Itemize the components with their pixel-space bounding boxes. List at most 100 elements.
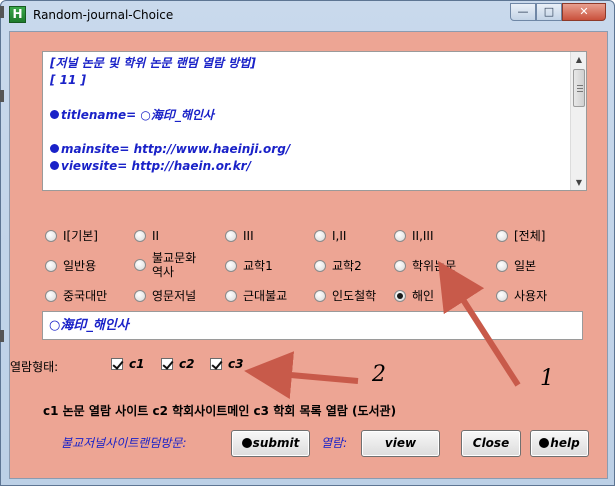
info-line	[50, 89, 290, 106]
radio-label: 교학1	[243, 259, 273, 273]
radio-label: 일본	[514, 259, 537, 273]
radio-option[interactable]: 사용자	[496, 289, 547, 303]
checkbox-c1[interactable]: c1	[111, 357, 144, 371]
radio-option[interactable]: 학위논문	[394, 259, 456, 273]
checkbox-c3[interactable]: c3	[210, 357, 243, 371]
checkbox-box[interactable]	[210, 358, 222, 370]
radio-circle[interactable]	[45, 260, 57, 272]
radio-circle[interactable]	[134, 230, 146, 242]
radio-circle[interactable]	[314, 260, 326, 272]
radio-circle[interactable]	[134, 290, 146, 302]
edge-mark	[0, 90, 4, 102]
edge-mark	[0, 330, 4, 342]
radio-option[interactable]: II	[134, 229, 159, 243]
info-lines: [저널 논문 및 학위 논문 랜덤 열람 방법] [ 11 ] titlenam…	[50, 55, 290, 175]
close-window-button[interactable]: ✕	[562, 3, 606, 21]
app-icon: H	[9, 6, 26, 23]
radio-circle[interactable]	[225, 290, 237, 302]
selected-site-field[interactable]: ○海印_해인사	[42, 311, 583, 340]
radio-option[interactable]: I[기본]	[45, 229, 98, 243]
info-line: mainsite= http://www.haeinji.org/	[50, 141, 290, 158]
view-button[interactable]: view	[361, 430, 440, 457]
bullet-icon	[50, 161, 59, 171]
grip-line	[577, 91, 583, 92]
scroll-down-icon[interactable]: ▼	[572, 175, 586, 190]
radio-option[interactable]: 인도철학	[314, 289, 376, 303]
radio-option[interactable]: [전체]	[496, 229, 545, 243]
radio-circle[interactable]	[45, 230, 57, 242]
help-label: help	[550, 436, 580, 450]
bullet-icon	[50, 109, 59, 119]
radio-circle[interactable]	[225, 260, 237, 272]
radio-option[interactable]: II,III	[394, 229, 434, 243]
info-line-text: viewsite= http://haein.or.kr/	[61, 159, 251, 174]
radio-option[interactable]: III	[225, 229, 254, 243]
radio-circle[interactable]	[496, 230, 508, 242]
info-line: [저널 논문 및 학위 논문 랜덤 열람 방법]	[50, 55, 290, 72]
bullet-icon	[241, 438, 252, 448]
radio-option[interactable]: 해인	[394, 289, 434, 303]
radio-label: 해인	[412, 289, 435, 303]
radio-option[interactable]: 일반용	[45, 259, 96, 273]
view-type-label: 열람형태:	[10, 360, 59, 374]
help-button[interactable]: help	[530, 430, 589, 457]
window-title: Random-journal-Choice	[33, 8, 174, 22]
radio-circle[interactable]	[496, 290, 508, 302]
client-area: [저널 논문 및 학위 논문 랜덤 열람 방법] [ 11 ] titlenam…	[9, 31, 608, 479]
radio-option[interactable]: 중국대만	[45, 289, 107, 303]
info-line: [ 11 ]	[50, 72, 290, 89]
info-line: viewsite= http://haein.or.kr/	[50, 158, 290, 175]
radio-label: 교학2	[332, 259, 362, 273]
info-textbox[interactable]: [저널 논문 및 학위 논문 랜덤 열람 방법] [ 11 ] titlenam…	[42, 51, 587, 191]
vertical-scrollbar[interactable]: ▲ ▼	[570, 52, 586, 190]
bullet-icon	[539, 438, 550, 448]
radio-circle[interactable]	[225, 230, 237, 242]
radio-option[interactable]: 교학1	[225, 259, 273, 273]
info-line	[50, 124, 290, 141]
radio-option[interactable]: 교학2	[314, 259, 362, 273]
radio-label: 사용자	[514, 289, 548, 303]
radio-circle[interactable]	[394, 260, 406, 272]
radio-circle[interactable]	[314, 290, 326, 302]
maximize-button[interactable]: □	[536, 3, 562, 21]
checkbox-c2[interactable]: c2	[161, 357, 194, 371]
radio-circle[interactable]	[394, 230, 406, 242]
radio-circle[interactable]	[314, 230, 326, 242]
radio-circle[interactable]	[394, 290, 406, 302]
radio-option[interactable]: I,II	[314, 229, 346, 243]
radio-label: 영문저널	[152, 289, 197, 303]
radio-label: 인도철학	[332, 289, 377, 303]
radio-label: 학위논문	[412, 259, 457, 273]
app-window: H Random-journal-Choice — □ ✕ [저널 논문 및 학…	[0, 0, 615, 486]
grip-line	[577, 85, 583, 86]
info-line: titlename= ○海印_해인사	[50, 107, 290, 124]
submit-button[interactable]: submit	[231, 430, 310, 457]
radio-label: 불교문화 역사	[152, 251, 197, 279]
radio-circle[interactable]	[134, 259, 146, 271]
radio-option[interactable]: 불교문화 역사	[134, 251, 198, 279]
radio-label: 근대불교	[243, 289, 288, 303]
scroll-up-icon[interactable]: ▲	[572, 52, 586, 67]
info-line-text: titlename= ○海印_해인사	[61, 107, 214, 122]
radio-label: [전체]	[514, 229, 546, 243]
submit-label: submit	[252, 436, 300, 450]
edge-mark	[0, 6, 4, 18]
info-line-text: [ 11 ]	[50, 73, 87, 88]
radio-circle[interactable]	[496, 260, 508, 272]
radio-label: I,II	[332, 229, 347, 243]
radio-label: II,III	[412, 229, 434, 243]
radio-circle[interactable]	[45, 290, 57, 302]
checkbox-box[interactable]	[111, 358, 123, 370]
radio-option[interactable]: 근대불교	[225, 289, 287, 303]
minimize-button[interactable]: —	[510, 3, 536, 21]
checkbox-label: c3	[228, 357, 244, 371]
radio-option[interactable]: 영문저널	[134, 289, 196, 303]
info-line-text: [저널 논문 및 학위 논문 랜덤 열람 방법]	[50, 56, 256, 70]
title-bar[interactable]: H Random-journal-Choice — □ ✕	[1, 1, 614, 31]
radio-label: III	[243, 229, 254, 243]
scroll-thumb[interactable]	[573, 69, 585, 107]
bullet-icon	[50, 143, 59, 153]
checkbox-box[interactable]	[161, 358, 173, 370]
close-button[interactable]: Close	[461, 430, 521, 457]
radio-option[interactable]: 일본	[496, 259, 536, 273]
